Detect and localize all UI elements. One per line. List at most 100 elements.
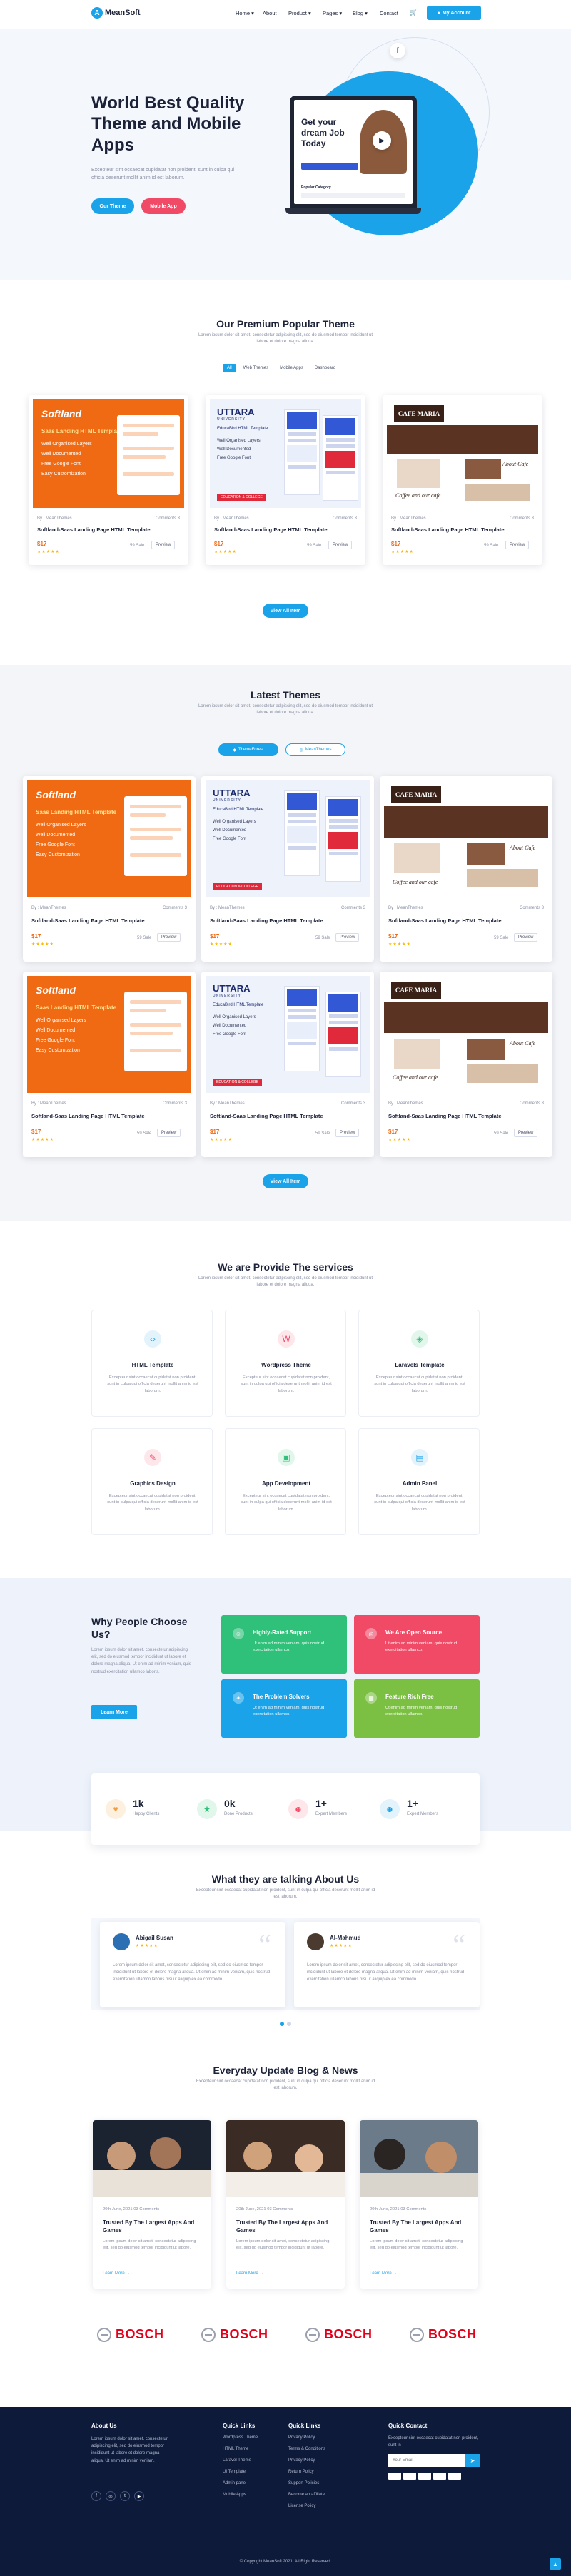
learn-more-link[interactable]: Learn More → — [236, 2271, 263, 2276]
theme-card[interactable]: CAFE MARIA Coffee and our cafe About Caf… — [380, 972, 552, 1157]
card-title[interactable]: Softland-Saas Landing Page HTML Template — [388, 1113, 502, 1119]
amex-icon — [433, 2473, 446, 2480]
send-icon[interactable]: ➤ — [465, 2454, 480, 2467]
footer-link[interactable]: HTML Theme — [223, 2447, 248, 2451]
uttara-features: Well Organised Layers Well Documented Fr… — [217, 437, 261, 462]
theme-card[interactable]: CAFE MARIA Coffee and our cafe About Caf… — [383, 395, 542, 565]
preview-button[interactable]: Preview — [157, 933, 181, 942]
testimonial-stars: ★★★★★ — [136, 1944, 158, 1948]
facebook-icon[interactable]: f — [91, 2491, 101, 2501]
blog-card[interactable]: 20th June, 2021 03 Comments Trusted By T… — [360, 2120, 478, 2289]
my-account-button[interactable]: ● My Account — [427, 6, 481, 20]
carousel-dot[interactable] — [287, 2022, 291, 2026]
theme-card[interactable]: UTTARA UNIVERSITY EducaBird HTML Template… — [201, 776, 374, 962]
footer-link[interactable]: Support Policies — [288, 2481, 319, 2485]
blog-post-title[interactable]: Trusted By The Largest Apps And Games — [103, 2219, 203, 2234]
nav-about[interactable]: About — [263, 10, 277, 16]
laptop-base — [286, 208, 421, 214]
preview-button[interactable]: Preview — [157, 1129, 181, 1137]
blog-card[interactable]: 20th June, 2021 03 Comments Trusted By T… — [226, 2120, 345, 2289]
preview-button[interactable]: Preview — [328, 541, 353, 549]
footer-link[interactable]: UI Template — [223, 2470, 246, 2474]
footer-link[interactable]: Privacy Policy — [288, 2435, 315, 2440]
why-box[interactable]: ✦ The Problem Solvers Ut enim ad minim v… — [221, 1679, 347, 1738]
service-card[interactable]: ▤ Admin Panel Excepteur sint occaecat cu… — [358, 1428, 480, 1535]
view-all-button[interactable]: View All Item — [263, 1174, 308, 1188]
why-box[interactable]: ◎ We Are Open Source Ut enim ad minim ve… — [354, 1615, 480, 1674]
card-title[interactable]: Softland-Saas Landing Page HTML Template — [37, 526, 151, 533]
why-box[interactable]: ☺ Highly-Rated Support Ut enim ad minim … — [221, 1615, 347, 1674]
tab-all[interactable]: All — [223, 364, 236, 372]
back-to-top-button[interactable]: ▲ — [550, 2558, 561, 2570]
latest-tab-meanthemes[interactable]: ◎ MeanThemes — [286, 743, 345, 756]
card-title[interactable]: Softland-Saas Landing Page HTML Template — [210, 917, 323, 924]
theme-card[interactable]: Softland Saas Landing HTML Template Well… — [29, 395, 188, 565]
theme-card[interactable]: Softland Saas Landing HTML Template Well… — [23, 776, 196, 962]
instagram-icon[interactable]: ◎ — [106, 2491, 116, 2501]
service-card[interactable]: ◈ Laravels Template Excepteur sint occae… — [358, 1310, 480, 1417]
theme-card[interactable]: UTTARA UNIVERSITY EducaBird HTML Template… — [206, 395, 365, 565]
play-icon[interactable]: ▶ — [373, 131, 391, 150]
theme-card[interactable]: CAFE MARIA Coffee and our cafe About Caf… — [380, 776, 552, 962]
mobile-app-button[interactable]: Mobile App — [141, 198, 186, 214]
service-card[interactable]: ‹› HTML Template Excepteur sint occaecat… — [91, 1310, 213, 1417]
footer-link[interactable]: Terms & Conditions — [288, 2447, 325, 2451]
why-box-text: Ut enim ad minim veniam, quis nostrud ex… — [253, 1641, 325, 1653]
footer-link[interactable]: Admin panel — [223, 2481, 246, 2485]
service-card[interactable]: W Wordpress Theme Excepteur sint occaeca… — [225, 1310, 346, 1417]
blog-post-title[interactable]: Trusted By The Largest Apps And Games — [370, 2219, 470, 2234]
youtube-icon[interactable]: ▶ — [134, 2491, 144, 2501]
preview-button[interactable]: Preview — [151, 541, 176, 549]
theme-thumbnail-uttara: UTTARA UNIVERSITY EducaBird HTML Template… — [210, 399, 361, 508]
footer-link[interactable]: Return Policy — [288, 2470, 314, 2474]
preview-button[interactable]: Preview — [505, 541, 530, 549]
footer-link[interactable]: Laravel Theme — [223, 2458, 251, 2463]
card-title[interactable]: Softland-Saas Landing Page HTML Template — [31, 1113, 145, 1119]
preview-button[interactable]: Preview — [514, 933, 538, 942]
softland-features: Well Organised Layers Well Documented Free… — [36, 1016, 86, 1056]
theme-card[interactable]: UTTARA UNIVERSITY EducaBird HTML Template… — [201, 972, 374, 1157]
blog-card[interactable]: 20th June, 2021 03 Comments Trusted By T… — [93, 2120, 211, 2289]
footer-link[interactable]: Mobile Apps — [223, 2493, 246, 2497]
preview-button[interactable]: Preview — [335, 933, 360, 942]
preview-button[interactable]: Preview — [514, 1129, 538, 1137]
card-title[interactable]: Softland-Saas Landing Page HTML Template — [31, 917, 145, 924]
card-meta: By : MeanThemes Comments 3 — [388, 906, 544, 910]
footer-link[interactable]: License Policy — [288, 2504, 315, 2508]
nav-contact[interactable]: Contact — [380, 10, 398, 16]
tab-dashboard[interactable]: Dashboard — [310, 364, 340, 372]
facebook-icon[interactable]: f — [390, 43, 405, 58]
twitter-icon[interactable]: t — [120, 2491, 130, 2501]
service-card[interactable]: ✎ Graphics Design Excepteur sint occaeca… — [91, 1428, 213, 1535]
footer-link[interactable]: Become an affiliate — [288, 2493, 325, 2497]
email-field[interactable] — [388, 2454, 465, 2467]
nav-blog[interactable]: Blog ▾ — [353, 10, 368, 16]
our-theme-button[interactable]: Our Theme — [91, 198, 134, 214]
counter-label: Done Products — [224, 1812, 253, 1816]
view-all-button[interactable]: View All Item — [263, 604, 308, 618]
preview-button[interactable]: Preview — [335, 1129, 360, 1137]
nav-product[interactable]: Product ▾ — [288, 10, 311, 16]
tab-web-themes[interactable]: Web Themes — [239, 364, 273, 372]
why-box-title: Feature Rich Free — [385, 1694, 434, 1700]
service-card[interactable]: ▣ App Development Excepteur sint occaeca… — [225, 1428, 346, 1535]
why-box[interactable]: ▦ Feature Rich Free Ut enim ad minim ven… — [354, 1679, 480, 1738]
theme-card[interactable]: Softland Saas Landing HTML Template Well… — [23, 972, 196, 1157]
learn-more-link[interactable]: Learn More → — [103, 2271, 130, 2276]
cart-icon[interactable]: 🛒 — [410, 9, 418, 16]
nav-pages[interactable]: Pages ▾ — [323, 10, 342, 16]
nav-home[interactable]: Home ▾ — [236, 10, 254, 16]
learn-more-link[interactable]: Learn More → — [370, 2271, 397, 2276]
card-title[interactable]: Softland-Saas Landing Page HTML Template — [391, 526, 505, 533]
latest-tab-themeforest[interactable]: ◆ ThemeForest — [218, 743, 278, 756]
card-title[interactable]: Softland-Saas Landing Page HTML Template — [388, 917, 502, 924]
footer-link[interactable]: Privacy Policy — [288, 2458, 315, 2463]
carousel-dot-active[interactable] — [280, 2022, 284, 2026]
footer-link[interactable]: Wordpress Theme — [223, 2435, 258, 2440]
logo[interactable]: A MeanSoft — [91, 7, 141, 19]
card-title[interactable]: Softland-Saas Landing Page HTML Template — [214, 526, 328, 533]
card-title[interactable]: Softland-Saas Landing Page HTML Template — [210, 1113, 323, 1119]
blog-post-title[interactable]: Trusted By The Largest Apps And Games — [236, 2219, 336, 2234]
tab-mobile-apps[interactable]: Mobile Apps — [276, 364, 308, 372]
learn-more-button[interactable]: Learn More — [91, 1705, 137, 1719]
